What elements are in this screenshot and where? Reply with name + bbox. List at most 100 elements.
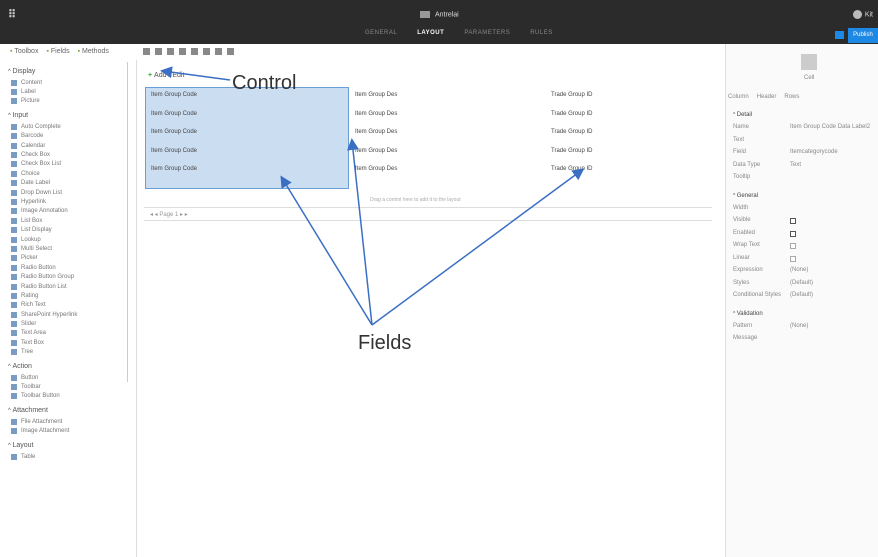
table-cell[interactable]: Trade Group ID: [551, 111, 592, 117]
toolbox-item[interactable]: Radio Button List: [0, 282, 128, 291]
table-cell[interactable]: Trade Group ID: [551, 92, 592, 98]
toolbox-item[interactable]: Tree: [0, 348, 128, 357]
toolbox-item[interactable]: Toolbar: [0, 382, 128, 391]
table-cell[interactable]: Item Group Des: [355, 166, 397, 172]
preview-icon[interactable]: [227, 48, 234, 55]
toolbox-item[interactable]: Lookup: [0, 235, 128, 244]
table-row[interactable]: Item Group Code Item Group Des Trade Group…: [148, 107, 713, 125]
toolbox-item[interactable]: Text Area: [0, 329, 128, 338]
toolbox-item[interactable]: SharePoint Hyperlink: [0, 310, 128, 319]
tab-parameters[interactable]: PARAMETERS: [464, 30, 510, 36]
property-checkbox[interactable]: [790, 255, 796, 262]
toolbox-item[interactable]: Picker: [0, 254, 128, 263]
table-cell[interactable]: Trade Group ID: [551, 129, 592, 135]
property-checkbox[interactable]: [790, 230, 796, 237]
toolbox-item[interactable]: List Box: [0, 216, 128, 225]
table-cell[interactable]: Item Group Des: [355, 129, 397, 135]
toolbox-section-attachment[interactable]: Attachment: [8, 407, 128, 414]
tab-fields[interactable]: Fields: [46, 48, 70, 55]
user-menu[interactable]: Kit: [852, 10, 873, 19]
table-cell[interactable]: Trade Group ID: [551, 148, 592, 154]
toolbox-item[interactable]: Button: [0, 373, 128, 382]
grid-icon[interactable]: [155, 48, 162, 55]
toolbox-item[interactable]: Text Box: [0, 338, 128, 347]
add-edit-button[interactable]: Add / Edit: [148, 72, 184, 79]
property-value[interactable]: Item Group Code Data Label2: [790, 124, 870, 130]
merge-icon[interactable]: [191, 48, 198, 55]
toolbox-item[interactable]: Check Box List: [0, 160, 128, 169]
link-icon[interactable]: [179, 48, 186, 55]
toolbox-item[interactable]: Image Attachment: [0, 427, 128, 436]
table-cell[interactable]: Item Group Code: [151, 92, 197, 98]
toolbox-section-layout[interactable]: Layout: [8, 442, 128, 449]
property-value[interactable]: (Default): [790, 292, 813, 298]
toolbox-item[interactable]: Content: [0, 78, 128, 87]
save-icon[interactable]: [835, 31, 844, 39]
toolbox-item[interactable]: Check Box: [0, 150, 128, 159]
table-row[interactable]: Item Group Code Item Group Des Trade Group…: [148, 162, 713, 180]
tab-layout[interactable]: LAYOUT: [417, 30, 444, 36]
toolbox-item[interactable]: Calendar: [0, 141, 128, 150]
toolbox-item[interactable]: Radio Button Group: [0, 272, 128, 281]
toolbox-item[interactable]: Slider: [0, 319, 128, 328]
property-checkbox[interactable]: [790, 218, 796, 224]
toolbox-item[interactable]: Date Label: [0, 179, 128, 188]
toolbox-item[interactable]: File Attachment: [0, 417, 128, 426]
toolbox-item[interactable]: Choice: [0, 169, 128, 178]
toolbox-item[interactable]: Hyperlink: [0, 197, 128, 206]
toolbox-section-display[interactable]: Display: [8, 68, 128, 75]
toolbox-section-action[interactable]: Action: [8, 363, 128, 370]
tab-methods[interactable]: Methods: [78, 48, 109, 55]
control-icon: [11, 133, 17, 140]
table-cell[interactable]: Item Group Code: [151, 129, 197, 135]
toolbox-item[interactable]: Label: [0, 87, 128, 96]
property-section-title[interactable]: Detail: [733, 112, 752, 118]
toolbox-item-label: Radio Button List: [21, 283, 67, 290]
toolbox-item[interactable]: Image Annotation: [0, 207, 128, 216]
property-value[interactable]: Itemcategorycode: [790, 149, 838, 155]
table-cell[interactable]: Item Group Des: [355, 111, 397, 117]
table-cell[interactable]: Item Group Des: [355, 148, 397, 154]
table-row[interactable]: Item Group Code Item Group Des Trade Group…: [148, 144, 713, 162]
format-icon[interactable]: [215, 48, 222, 55]
toolbox-item[interactable]: List Display: [0, 225, 128, 234]
toolbox-item[interactable]: Rich Text: [0, 301, 128, 310]
property-checkbox[interactable]: [790, 243, 796, 249]
table-row[interactable]: Item Group Code Item Group Des Trade Group…: [148, 125, 713, 143]
toolbox-item[interactable]: Radio Button: [0, 263, 128, 272]
property-value[interactable]: (None): [790, 267, 808, 273]
grid-pager[interactable]: ◂ ◂ Page 1 ▸ ▸: [144, 207, 712, 221]
cell-icon[interactable]: [801, 54, 817, 70]
split-icon[interactable]: [203, 48, 210, 55]
toolbox-section-input[interactable]: Input: [8, 112, 128, 119]
toolbox-item[interactable]: Rating: [0, 291, 128, 300]
table-cell[interactable]: Item Group Code: [151, 148, 197, 154]
property-value[interactable]: Text: [790, 162, 801, 168]
toolbox-item[interactable]: Drop Down List: [0, 188, 128, 197]
table-cell[interactable]: Trade Group ID: [551, 166, 592, 172]
toolbox-scrollbar[interactable]: [127, 62, 128, 382]
table-cell[interactable]: Item Group Des: [355, 92, 397, 98]
tab-header[interactable]: Header: [757, 94, 777, 100]
app-menu-icon[interactable]: ⠿: [8, 8, 16, 21]
property-section-title[interactable]: General: [733, 193, 758, 199]
tab-rules[interactable]: RULES: [530, 30, 553, 36]
tab-toolbox[interactable]: Toolbox: [10, 48, 38, 55]
property-section-title[interactable]: Validation: [733, 311, 763, 317]
table-icon[interactable]: [143, 48, 150, 55]
table-cell[interactable]: Item Group Code: [151, 166, 197, 172]
toolbox-item[interactable]: Table: [0, 452, 128, 461]
toolbox-item[interactable]: Picture: [0, 97, 128, 106]
toolbox-item[interactable]: Barcode: [0, 132, 128, 141]
property-value[interactable]: (Default): [790, 280, 813, 286]
property-value[interactable]: (None): [790, 323, 808, 329]
tab-rows[interactable]: Rows: [784, 94, 799, 100]
toolbox-item[interactable]: Toolbar Button: [0, 392, 128, 401]
publish-button[interactable]: Publish: [848, 28, 878, 43]
tab-column[interactable]: Column: [728, 94, 749, 100]
tab-general[interactable]: GENERAL: [365, 30, 397, 36]
table-cell[interactable]: Item Group Code: [151, 111, 197, 117]
toolbox-item[interactable]: Multi Select: [0, 244, 128, 253]
settings-icon[interactable]: [167, 48, 174, 55]
toolbox-item[interactable]: Auto Complete: [0, 122, 128, 131]
